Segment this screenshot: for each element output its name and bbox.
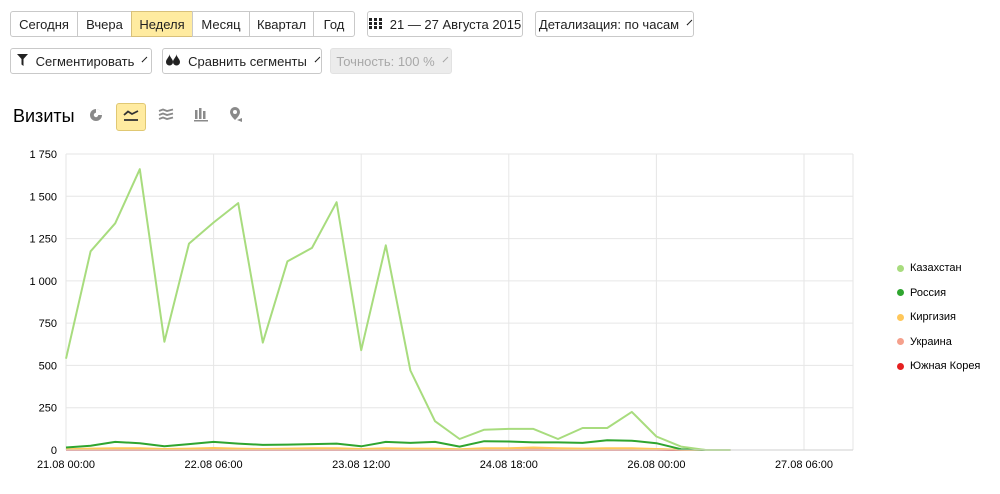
y-tick-label: 500 <box>39 360 57 372</box>
x-tick-label: 23.08 12:00 <box>332 459 390 471</box>
chart-title: Визиты <box>13 106 75 126</box>
date-range-label: 21 — 27 Августа 2015 <box>389 16 522 32</box>
legend-dot <box>897 362 904 370</box>
filter-icon <box>16 53 28 69</box>
legend-label: Киргизия <box>910 311 956 324</box>
period-button-month[interactable]: Месяц <box>192 11 250 37</box>
segment-button[interactable]: Сегментировать <box>10 48 152 74</box>
legend-label: Южная Корея <box>910 360 981 373</box>
x-tick-label: 26.08 00:00 <box>627 459 685 471</box>
view-line-button[interactable] <box>116 103 146 131</box>
view-pie-button[interactable] <box>81 103 111 131</box>
legend-item-south-korea[interactable]: Южная Корея <box>897 354 980 379</box>
y-tick-label: 1 750 <box>29 149 57 161</box>
line-chart-icon <box>123 108 139 127</box>
x-tick-label: 21.08 00:00 <box>37 459 95 471</box>
period-button-yesterday[interactable]: Вчера <box>77 11 132 37</box>
view-bar-button[interactable] <box>186 103 216 131</box>
x-tick-label: 22.08 06:00 <box>185 459 243 471</box>
map-icon <box>229 107 243 127</box>
period-button-today[interactable]: Сегодня <box>10 11 78 37</box>
legend-dot <box>897 338 904 346</box>
y-tick-label: 250 <box>39 403 57 415</box>
period-button-week[interactable]: Неделя <box>131 11 193 37</box>
x-tick-label: 27.08 06:00 <box>775 459 833 471</box>
chevron-down-icon <box>142 56 148 62</box>
view-map-button[interactable] <box>221 103 251 131</box>
visits-line-chart: 0 250 500 750 1 000 1 250 1 500 1 750 21.08 00:0… <box>29 149 854 471</box>
view-stacked-button[interactable] <box>151 103 181 131</box>
legend-label: Казахстан <box>910 262 962 275</box>
y-tick-label: 1 000 <box>29 276 57 288</box>
calendar-icon <box>368 17 382 32</box>
y-tick-label: 750 <box>39 318 57 330</box>
period-button-year[interactable]: Год <box>313 11 355 37</box>
legend-dot <box>897 264 904 272</box>
period-button-quarter[interactable]: Квартал <box>249 11 314 37</box>
accuracy-label: Точность: 100 % <box>336 53 435 69</box>
y-tick-label: 1 500 <box>29 191 57 203</box>
chart-legend: Казахстан Россия Киргизия Украина Южная … <box>897 256 980 379</box>
accuracy-dropdown: Точность: 100 % <box>330 48 452 74</box>
legend-item-kazakhstan[interactable]: Казахстан <box>897 256 980 281</box>
compare-segments-button[interactable]: Сравнить сегменты <box>162 48 322 74</box>
stacked-area-icon <box>158 108 174 127</box>
detail-label: Детализация: по часам <box>538 16 680 32</box>
legend-dot <box>897 313 904 321</box>
legend-item-ukraine[interactable]: Украина <box>897 330 980 355</box>
x-tick-label: 24.08 18:00 <box>480 459 538 471</box>
compare-segments-label: Сравнить сегменты <box>188 53 307 69</box>
chevron-down-icon <box>686 19 693 25</box>
y-tick-label: 1 250 <box>29 234 57 246</box>
legend-item-kyrgyzstan[interactable]: Киргизия <box>897 305 980 330</box>
legend-item-russia[interactable]: Россия <box>897 281 980 306</box>
drops-icon <box>166 53 181 69</box>
detail-dropdown[interactable]: Детализация: по часам <box>535 11 694 37</box>
y-tick-label: 0 <box>51 445 57 457</box>
date-range-button[interactable]: 21 — 27 Августа 2015 <box>367 11 523 37</box>
chevron-down-icon <box>442 56 449 62</box>
bar-chart-icon <box>193 107 209 127</box>
pie-chart-icon <box>89 108 103 127</box>
legend-label: Россия <box>910 286 947 299</box>
chevron-down-icon <box>314 56 321 62</box>
legend-dot <box>897 289 904 297</box>
legend-label: Украина <box>910 335 952 348</box>
segment-label: Сегментировать <box>35 53 135 69</box>
